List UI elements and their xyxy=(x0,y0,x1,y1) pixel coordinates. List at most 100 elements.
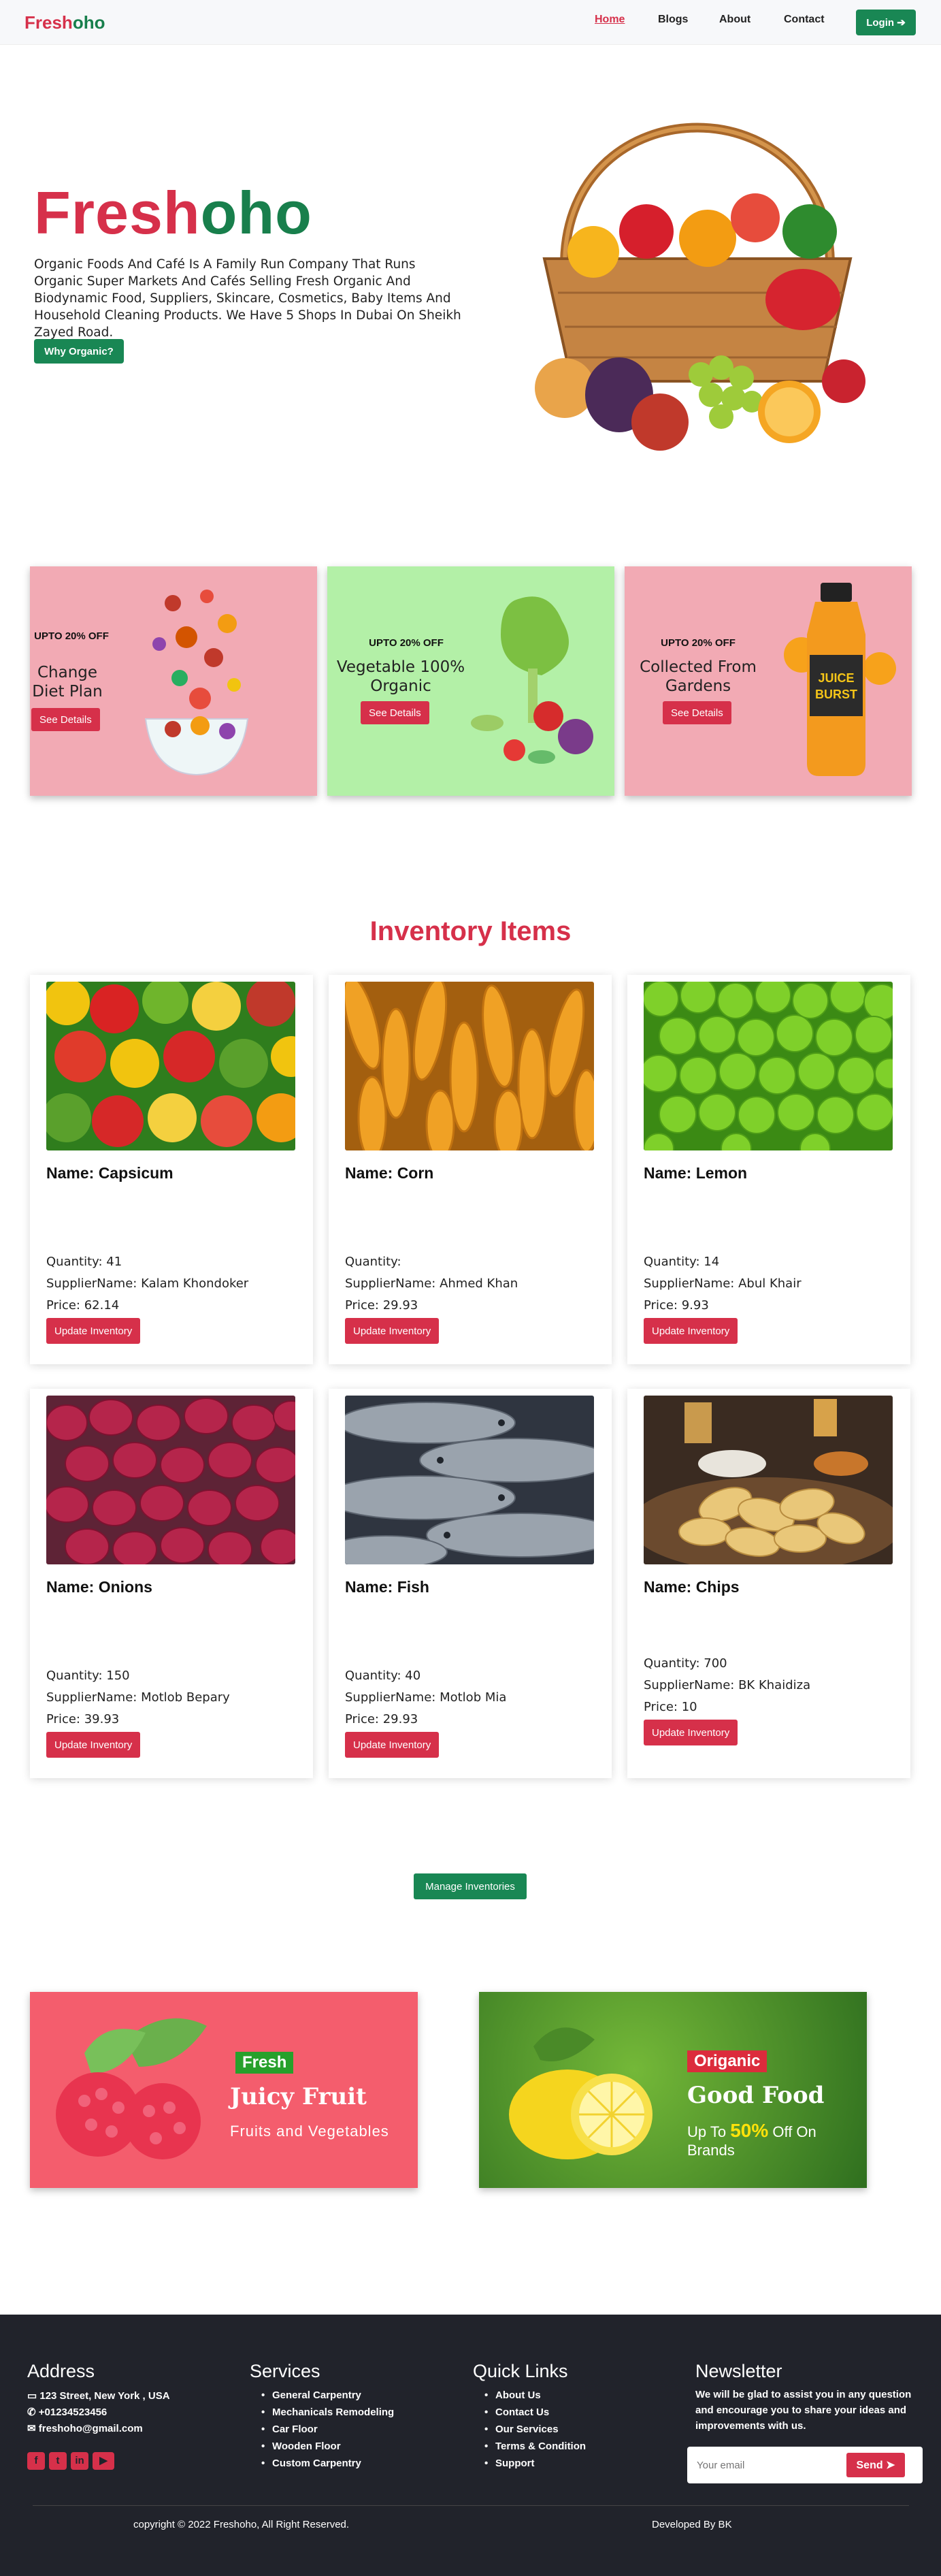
item-name: Name: Lemon xyxy=(644,1164,748,1182)
item-price: Price: 39.93 xyxy=(46,1712,120,1726)
nav-link-home[interactable]: Home xyxy=(595,14,625,26)
update-inventory-button[interactable]: Update Inventory xyxy=(46,1318,141,1344)
newsletter-heading: Newsletter xyxy=(695,2361,782,2381)
item-details: Quantity: 14 SupplierName: Abul Khair Pr… xyxy=(644,1251,802,1317)
quick-link[interactable]: Contact Us xyxy=(482,2404,586,2421)
item-supplier: SupplierName: Ahmed Khan xyxy=(345,1276,518,1291)
banner-title: Good Food xyxy=(687,2082,825,2109)
item-supplier: SupplierName: Kalam Khondoker xyxy=(46,1276,249,1291)
twitter-icon[interactable]: t xyxy=(49,2452,67,2470)
phone-line: ✆ +01234523456 xyxy=(27,2406,108,2418)
promo-title: Vegetable 100% Organic xyxy=(336,658,465,695)
service-item[interactable]: Car Floor xyxy=(259,2421,394,2438)
send-button[interactable]: Send ➤ xyxy=(846,2453,905,2477)
youtube-icon[interactable]: ▶ xyxy=(93,2452,114,2470)
inventory-card: Name: Onions Quantity: 150 SupplierName:… xyxy=(30,1389,313,1778)
raspberry-image xyxy=(56,2018,207,2159)
phone-icon: ✆ xyxy=(27,2406,36,2418)
why-organic-button[interactable]: Why Organic? xyxy=(34,339,124,364)
service-item[interactable]: General Carpentry xyxy=(259,2387,394,2404)
fresh-badge: Fresh xyxy=(235,2052,294,2074)
svg-text:BURST: BURST xyxy=(815,688,857,701)
service-item[interactable]: Mechanicals Remodeling xyxy=(259,2404,394,2421)
update-inventory-button[interactable]: Update Inventory xyxy=(345,1732,440,1758)
banner-juicy-fruit: Fresh Juicy Fruit Fruits and Vegetables xyxy=(30,1992,418,2188)
promo-card-gardens: UPTO 20% OFF Collected From Gardens See … xyxy=(625,566,912,796)
capsicum-image xyxy=(46,982,295,1150)
address-card-icon: ▭ xyxy=(27,2390,37,2402)
update-inventory-button[interactable]: Update Inventory xyxy=(644,1720,738,1745)
quick-link[interactable]: Terms & Condition xyxy=(482,2438,586,2455)
juice-bottle-image: JUICE BURST xyxy=(784,583,896,776)
update-inventory-button[interactable]: Update Inventory xyxy=(46,1732,141,1758)
newsletter-email-input[interactable] xyxy=(697,2456,833,2474)
fruit-salad-image xyxy=(144,590,249,776)
email-line[interactable]: ✉ freshoho@gmail.com xyxy=(27,2422,143,2434)
envelope-icon: ✉ xyxy=(27,2423,36,2434)
item-quantity: Quantity: xyxy=(345,1255,401,1269)
inventory-section-title: Inventory Items xyxy=(369,916,572,946)
promo-card-vegetable: UPTO 20% OFF Vegetable 100% Organic See … xyxy=(327,566,614,796)
see-details-button[interactable]: See Details xyxy=(31,708,100,731)
manage-inventories-button[interactable]: Manage Inventories xyxy=(414,1873,527,1899)
service-item[interactable]: Custom Carpentry xyxy=(259,2455,394,2472)
footer-divider xyxy=(33,2505,909,2506)
quick-link[interactable]: About Us xyxy=(482,2387,586,2404)
nav-link-blogs[interactable]: Blogs xyxy=(658,14,688,26)
item-name: Name: Onions xyxy=(46,1578,152,1596)
see-details-button[interactable]: See Details xyxy=(361,701,429,724)
login-icon: ➔ xyxy=(897,17,906,29)
site-logo[interactable]: Freshoho xyxy=(24,12,105,33)
item-quantity: Quantity: 41 xyxy=(46,1255,122,1269)
facebook-icon[interactable]: f xyxy=(27,2452,45,2470)
item-name: Name: Corn xyxy=(345,1164,434,1182)
item-supplier: SupplierName: Abul Khair xyxy=(644,1276,802,1291)
hero-title: Freshoho xyxy=(34,179,312,246)
item-details: Quantity: 150 SupplierName: Motlob Bepar… xyxy=(46,1665,230,1730)
promo-tag: UPTO 20% OFF xyxy=(34,630,109,642)
services-heading: Services xyxy=(250,2361,320,2381)
item-supplier: SupplierName: Motlob Bepary xyxy=(46,1690,230,1705)
promo-title: Collected From Gardens xyxy=(640,658,757,695)
login-button[interactable]: Login ➔ xyxy=(856,10,916,35)
lemon-image xyxy=(644,982,893,1150)
item-price: Price: 9.93 xyxy=(644,1298,709,1313)
item-price: Price: 29.93 xyxy=(345,1712,418,1726)
service-item[interactable]: Wooden Floor xyxy=(259,2438,394,2455)
vegetables-image xyxy=(471,596,593,764)
item-quantity: Quantity: 14 xyxy=(644,1255,720,1269)
item-price: Price: 62.14 xyxy=(46,1298,120,1313)
item-price: Price: 10 xyxy=(644,1700,697,1714)
item-name: Name: Chips xyxy=(644,1578,740,1596)
quick-link[interactable]: Support xyxy=(482,2455,586,2472)
item-quantity: Quantity: 700 xyxy=(644,1656,727,1671)
update-inventory-button[interactable]: Update Inventory xyxy=(644,1318,738,1344)
paper-plane-icon: ➤ xyxy=(886,2460,895,2471)
promo-card-diet: UPTO 20% OFF Change Diet Plan See Detail… xyxy=(30,566,317,796)
inventory-card: Name: Lemon Quantity: 14 SupplierName: A… xyxy=(627,975,910,1364)
update-inventory-button[interactable]: Update Inventory xyxy=(345,1318,440,1344)
lemon-image xyxy=(509,2027,653,2159)
banner-subtitle: Fruits and Vegetables xyxy=(230,2123,389,2140)
quick-link[interactable]: Our Services xyxy=(482,2421,586,2438)
item-name: Name: Fish xyxy=(345,1578,429,1596)
see-details-button[interactable]: See Details xyxy=(663,701,731,724)
item-name: Name: Capsicum xyxy=(46,1164,174,1182)
promo-tag: UPTO 20% OFF xyxy=(369,637,444,649)
copyright-text: copyright © 2022 Freshoho, All Right Res… xyxy=(133,2519,350,2530)
inventory-card: Name: Capsicum Quantity: 41 SupplierName… xyxy=(30,975,313,1364)
linkedin-icon[interactable]: in xyxy=(71,2452,88,2470)
nav-link-contact[interactable]: Contact xyxy=(784,14,825,26)
svg-text:JUICE: JUICE xyxy=(818,671,854,685)
promo-title: Change Diet Plan xyxy=(32,664,103,701)
newsletter-form: Send ➤ xyxy=(687,2447,923,2483)
organic-badge: Origanic xyxy=(687,2050,767,2072)
item-supplier: SupplierName: BK Khaidiza xyxy=(644,1678,811,1692)
quick-links-list: About Us Contact Us Our Services Terms &… xyxy=(482,2387,586,2472)
fish-image xyxy=(345,1396,594,1564)
nav-link-about[interactable]: About xyxy=(719,14,750,26)
fruit-basket-image xyxy=(535,123,865,451)
banner-good-food: Origanic Good Food Up To 50% Off On Bran… xyxy=(479,1992,867,2188)
item-details: Quantity: 40 SupplierName: Motlob Mia Pr… xyxy=(345,1665,506,1730)
item-details: Quantity: 41 SupplierName: Kalam Khondok… xyxy=(46,1251,248,1317)
